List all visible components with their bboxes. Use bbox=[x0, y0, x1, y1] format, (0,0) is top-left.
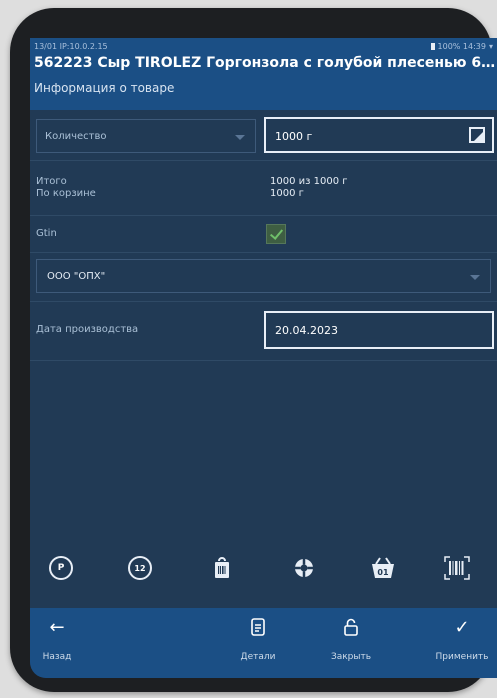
close-label: Закрыть bbox=[330, 652, 372, 662]
bottom-nav: ← Назад Детали Закрыть ✓ Применить bbox=[30, 608, 497, 678]
details-button[interactable]: Детали bbox=[223, 608, 293, 678]
status-right: 100% 14:39 ▾ bbox=[430, 42, 493, 51]
itogo-label: Итого bbox=[36, 176, 67, 187]
checkmark-icon: ✓ bbox=[454, 617, 470, 638]
organization-row: ООО "ОПХ" bbox=[30, 253, 497, 302]
basket-value: 1000 г bbox=[270, 188, 304, 199]
wifi-icon: ▾ bbox=[488, 42, 493, 51]
organization-value: ООО "ОПХ" bbox=[47, 271, 106, 282]
bag-barcode-icon[interactable] bbox=[210, 556, 234, 580]
header: 13/01 IP:10.0.2.15 100% 14:39 ▾ 562223 С… bbox=[30, 38, 497, 110]
gtin-row: Gtin bbox=[30, 216, 497, 253]
quantity-value: 1000 г bbox=[275, 130, 313, 143]
page-title: 562223 Сыр TIROLEZ Горгонзола с голубой … bbox=[34, 55, 497, 71]
page-subtitle: Информация о товаре bbox=[34, 81, 175, 95]
apply-label: Применить bbox=[435, 652, 489, 662]
document-icon bbox=[251, 618, 265, 641]
back-button[interactable]: ← Назад bbox=[30, 608, 92, 678]
chevron-down-icon bbox=[470, 275, 480, 280]
quantity-label: Количество bbox=[45, 131, 107, 142]
svg-text:01: 01 bbox=[377, 568, 389, 577]
quantity-select[interactable]: Количество bbox=[36, 119, 256, 153]
basket-01-icon[interactable]: 01 bbox=[370, 556, 394, 580]
gtin-checkbox[interactable] bbox=[266, 224, 286, 244]
chevron-down-icon bbox=[235, 135, 245, 140]
gtin-label: Gtin bbox=[36, 228, 57, 239]
apply-button[interactable]: ✓ Применить bbox=[427, 608, 497, 678]
basket-label: По корзине bbox=[36, 188, 96, 199]
close-button[interactable]: Закрыть bbox=[316, 608, 386, 678]
organization-select[interactable]: ООО "ОПХ" bbox=[36, 259, 491, 293]
production-date-input[interactable]: 20.04.2023 bbox=[264, 311, 494, 349]
lock-icon bbox=[344, 618, 358, 641]
p-icon[interactable]: P bbox=[49, 556, 73, 580]
totals-row: Итого По корзине 1000 из 1000 г 1000 г bbox=[30, 161, 497, 216]
itogo-value: 1000 из 1000 г bbox=[270, 176, 348, 187]
details-label: Детали bbox=[240, 652, 276, 662]
back-label: Назад bbox=[42, 652, 72, 662]
lifebuoy-icon[interactable] bbox=[292, 556, 316, 580]
quantity-row: Количество 1000 г bbox=[30, 110, 497, 161]
production-date-value: 20.04.2023 bbox=[275, 324, 338, 337]
battery-icon bbox=[430, 43, 435, 50]
production-date-label: Дата производства bbox=[36, 324, 139, 335]
app-screen: 13/01 IP:10.0.2.15 100% 14:39 ▾ 562223 С… bbox=[30, 38, 497, 678]
quantity-input[interactable]: 1000 г bbox=[264, 117, 494, 153]
unit-toggle-icon[interactable] bbox=[469, 127, 485, 143]
12-icon[interactable]: 12 bbox=[128, 556, 152, 580]
production-date-row: Дата производства 20.04.2023 bbox=[30, 302, 497, 361]
status-left: 13/01 IP:10.0.2.15 bbox=[34, 42, 108, 51]
barcode-scan-icon[interactable] bbox=[444, 556, 470, 580]
arrow-left-icon: ← bbox=[49, 617, 65, 638]
status-right-text: 100% 14:39 bbox=[437, 42, 486, 51]
